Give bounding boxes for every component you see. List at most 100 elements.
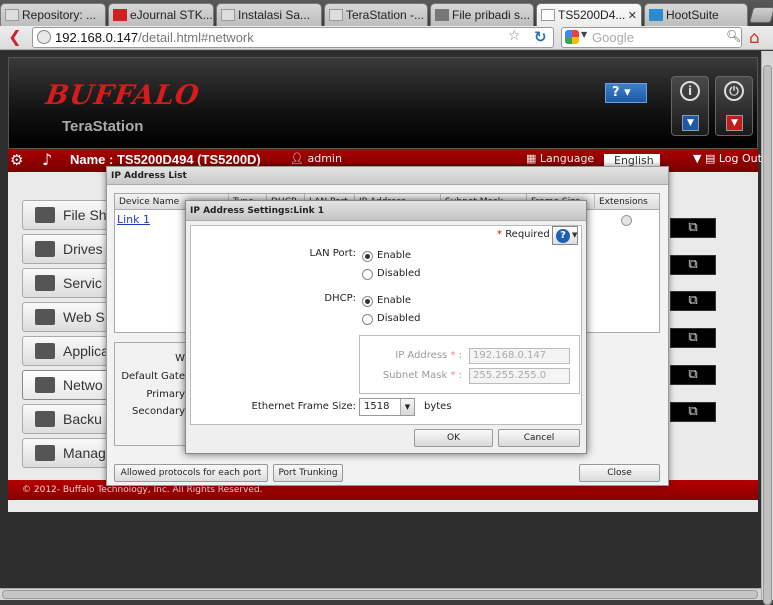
chevron-down-icon: ▼ xyxy=(572,231,578,239)
sidebar-item-applications[interactable]: Applica xyxy=(22,336,112,366)
detail-label: Default Gate xyxy=(121,371,185,382)
port-trunking-button[interactable]: Port Trunking xyxy=(273,464,343,482)
sidebar-item-network[interactable]: Netwo xyxy=(22,370,112,400)
frame-size-select[interactable]: 1518 ▼ xyxy=(359,398,415,416)
url-bar[interactable]: 192.168.0.147/detail.html#network xyxy=(32,27,554,48)
edit-settings-button[interactable]: ⧉ xyxy=(670,291,716,311)
info-button[interactable]: i ▼ xyxy=(671,76,709,136)
chevron-down-icon[interactable]: ▼ xyxy=(726,115,743,131)
new-tab-button[interactable] xyxy=(748,7,773,23)
edit-icon: ⧉ xyxy=(688,367,698,382)
ip-address-label: IP Address * : xyxy=(395,350,462,361)
ejournal-icon xyxy=(113,9,127,21)
web-icon xyxy=(35,309,55,325)
google-icon[interactable] xyxy=(565,30,579,44)
browser-tab[interactable]: eJournal STK... xyxy=(108,3,214,26)
logout-link[interactable]: ▼ ▤ Log Out xyxy=(693,152,762,165)
browser-tab[interactable]: TeraStation -... xyxy=(324,3,428,26)
browser-tab[interactable]: Repository: ... xyxy=(0,3,106,26)
page-icon xyxy=(541,9,555,21)
browser-tab[interactable]: HootSuite xyxy=(644,3,748,26)
page-icon xyxy=(5,9,19,21)
sidebar-item-web-services[interactable]: Web S xyxy=(22,302,112,332)
browser-tab-active[interactable]: TS5200D4... ✕ xyxy=(536,3,642,26)
applications-icon xyxy=(35,343,55,359)
reload-icon[interactable]: ↻ xyxy=(534,28,547,46)
bookmark-star-icon[interactable]: ☆ xyxy=(508,28,521,44)
edit-settings-button[interactable]: ⧉ xyxy=(670,255,716,275)
dialog-title: IP Address Settings:Link 1 xyxy=(186,201,586,221)
edit-settings-button[interactable]: ⧉ xyxy=(670,402,716,422)
cancel-button[interactable]: Cancel xyxy=(498,429,580,447)
chevron-down-icon[interactable]: ▼ xyxy=(682,115,699,131)
detail-label: Secondary xyxy=(132,406,185,417)
help-dropdown[interactable]: ? ▾ xyxy=(605,83,647,103)
music-note-icon[interactable]: ♪ xyxy=(42,150,52,169)
allowed-protocols-button[interactable]: Allowed protocols for each port xyxy=(114,464,268,482)
help-button[interactable]: ? ▼ xyxy=(552,226,578,245)
detail-label: Primary xyxy=(146,389,185,400)
scrollbar-thumb[interactable] xyxy=(2,590,758,599)
chevron-down-icon: ▼ xyxy=(400,399,414,415)
edit-settings-button[interactable]: ⧉ xyxy=(670,328,716,348)
extensions-icon[interactable] xyxy=(621,215,632,226)
user-icon: 👤︎ xyxy=(290,152,304,165)
ip-address-input[interactable]: 192.168.0.147 xyxy=(469,348,570,364)
dhcp-label: DHCP: xyxy=(324,293,356,304)
lan-enable-label: Enable xyxy=(377,250,412,261)
backup-icon xyxy=(35,411,55,427)
chevron-down-icon: ▼ xyxy=(693,152,702,165)
sidebar-item-backup[interactable]: Backu xyxy=(22,404,112,434)
lan-disabled-label: Disabled xyxy=(377,268,421,279)
table-row-link[interactable]: Link 1 xyxy=(117,213,150,226)
back-arrow-icon[interactable]: ❮ xyxy=(6,28,24,46)
management-icon xyxy=(35,445,55,461)
drive-icon xyxy=(35,241,55,257)
edit-settings-button[interactable]: ⧉ xyxy=(670,218,716,238)
edit-settings-button[interactable]: ⧉ xyxy=(670,365,716,385)
dhcp-disabled-radio[interactable] xyxy=(362,314,373,325)
page-icon xyxy=(221,9,235,21)
product-name: TeraStation xyxy=(62,118,144,135)
browser-tab[interactable]: Instalasi Sa... xyxy=(216,3,322,26)
power-icon: ⏻ xyxy=(724,81,744,101)
folder-icon xyxy=(35,207,55,223)
dhcp-enable-radio[interactable] xyxy=(362,296,373,307)
file-icon xyxy=(435,9,449,21)
column-header: Extensions xyxy=(599,197,648,207)
services-icon xyxy=(35,275,55,291)
sidebar-item-management[interactable]: Manag xyxy=(22,438,112,468)
vertical-scrollbar[interactable] xyxy=(761,51,773,605)
lan-enable-radio[interactable] xyxy=(362,251,373,262)
info-icon: i xyxy=(680,81,700,101)
horizontal-scrollbar[interactable] xyxy=(0,588,761,600)
sidebar-item-services[interactable]: Servic xyxy=(22,268,112,298)
help-icon: ? xyxy=(556,229,570,243)
sidebar-item-drives[interactable]: Drives xyxy=(22,234,112,264)
edit-icon: ⧉ xyxy=(688,404,698,419)
chevron-down-icon[interactable]: ▼ xyxy=(581,30,587,39)
power-button[interactable]: ⏻ ▼ xyxy=(715,76,753,136)
close-button[interactable]: Close xyxy=(579,464,660,482)
subnet-mask-input[interactable]: 255.255.255.0 xyxy=(469,368,570,384)
detail-label: W xyxy=(175,353,185,364)
browser-tab[interactable]: File pribadi s... xyxy=(430,3,534,26)
home-icon[interactable]: ⌂ xyxy=(749,28,760,48)
subnet-mask-label: Subnet Mask * : xyxy=(382,370,462,381)
close-tab-icon[interactable]: ✕ xyxy=(628,9,637,22)
browser-nav-bar: ❮ 192.168.0.147/detail.html#network ☆ ↻ … xyxy=(0,26,773,50)
sidebar-item-file-sharing[interactable]: File Sh xyxy=(22,200,112,230)
hootsuite-icon xyxy=(649,9,663,21)
search-icon[interactable]: 🔍︎ xyxy=(726,29,741,43)
logout-icon: ▤ xyxy=(704,152,716,165)
scrollbar-thumb[interactable] xyxy=(763,65,772,605)
buffalo-logo: BUFFALO xyxy=(43,80,202,111)
device-name-label: Name : TS5200D494 (TS5200D) xyxy=(70,152,261,167)
search-input[interactable]: Google xyxy=(561,27,742,48)
language-icon: ▦ xyxy=(526,152,537,165)
settings-icon[interactable]: ⚙ xyxy=(10,151,23,169)
edit-icon: ⧉ xyxy=(688,293,698,308)
required-note: * Required xyxy=(497,229,550,240)
lan-disabled-radio[interactable] xyxy=(362,269,373,280)
ok-button[interactable]: OK xyxy=(414,429,493,447)
